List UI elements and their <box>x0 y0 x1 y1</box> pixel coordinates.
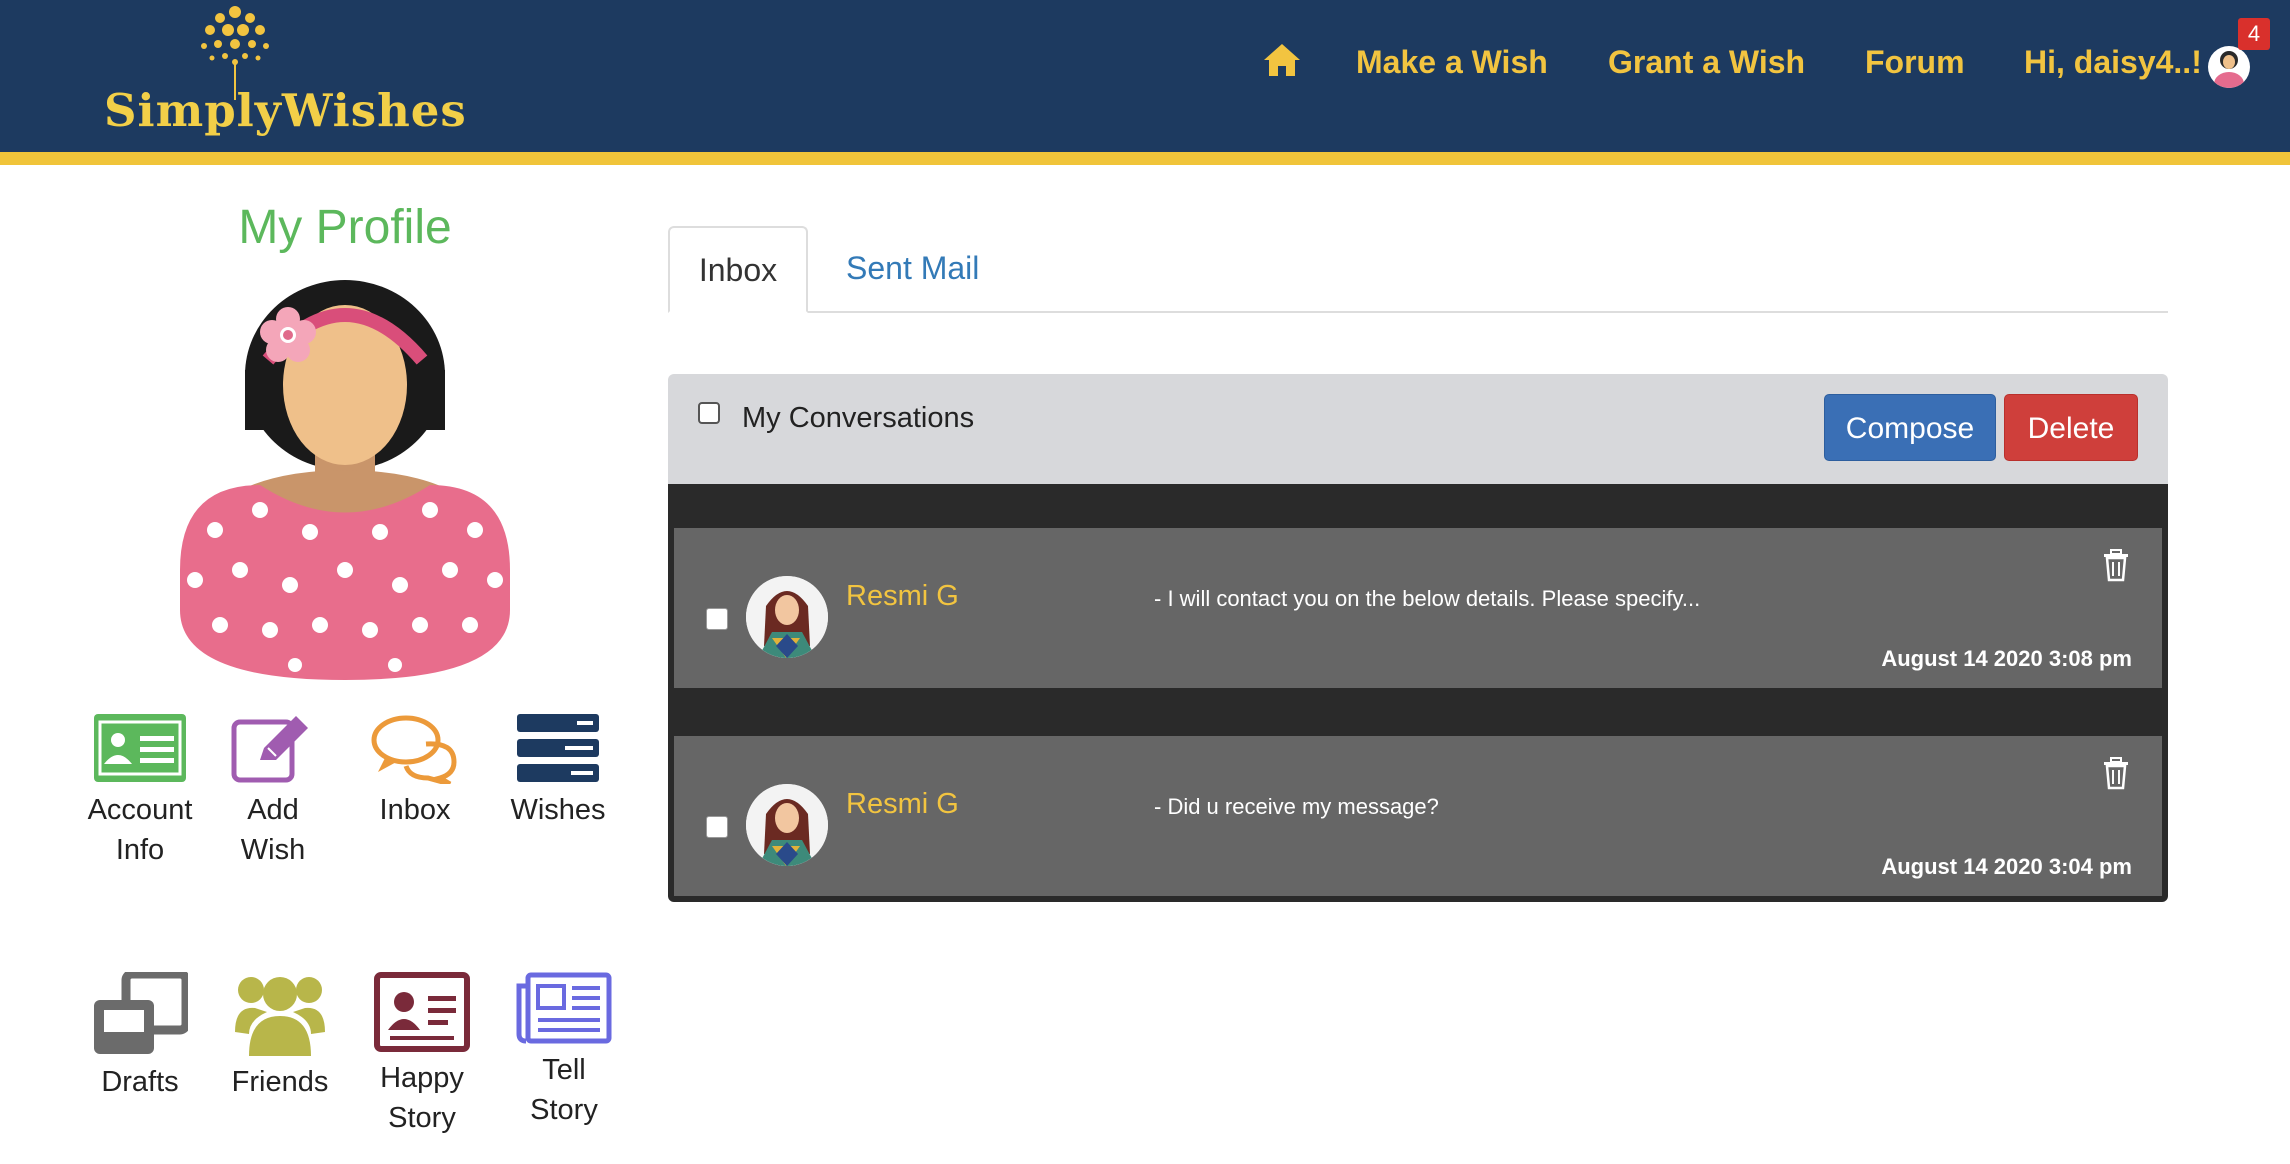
tile-label-account-info: Account Info <box>87 794 193 866</box>
nav-make-a-wish[interactable]: Make a Wish <box>1356 40 1548 84</box>
profile-avatar-image <box>180 280 510 680</box>
nav-user-greeting[interactable]: Hi, daisy4..! <box>2024 40 2202 84</box>
tile-wishes[interactable]: Wishes <box>493 712 623 830</box>
edit-icon <box>231 716 308 783</box>
notification-badge[interactable]: 4 <box>2238 18 2270 50</box>
trash-icon[interactable] <box>2100 756 2132 790</box>
sender-avatar-icon <box>746 784 828 866</box>
user-avatar[interactable] <box>2208 46 2250 88</box>
newspaper-icon <box>516 972 612 1044</box>
id-card-icon <box>94 714 186 782</box>
clone-icon <box>94 972 188 1054</box>
conversations-title: My Conversations <box>742 402 975 434</box>
delete-button[interactable]: Delete <box>2004 394 2138 461</box>
tile-label-wishes: Wishes <box>510 794 606 826</box>
tile-tell-story[interactable]: Tell Story <box>499 972 629 1130</box>
tile-label-happy-story: Happy Story <box>380 1062 464 1134</box>
navbar-accent-stripe <box>0 152 2290 165</box>
tab-inbox[interactable]: Inbox <box>668 226 808 313</box>
trash-icon[interactable] <box>2100 548 2132 582</box>
conversation-row[interactable]: Resmi G - I will contact you on the belo… <box>674 528 2162 688</box>
sender-avatar-icon <box>746 576 828 658</box>
sender-avatar <box>746 784 828 866</box>
nav-forum[interactable]: Forum <box>1865 40 1965 84</box>
chat-bubbles-icon <box>371 715 457 784</box>
tile-inbox[interactable]: Inbox <box>350 712 480 830</box>
avatar-icon <box>2214 51 2244 88</box>
sender-avatar <box>746 576 828 658</box>
tab-sent-mail[interactable]: Sent Mail <box>820 226 1005 313</box>
tile-happy-story[interactable]: Happy Story <box>357 972 487 1138</box>
site-logo[interactable]: SimplyWishes <box>100 0 466 150</box>
logo-text: SimplyWishes <box>104 84 467 137</box>
list-icon <box>517 714 599 782</box>
tile-label-friends: Friends <box>231 1066 329 1098</box>
row-checkbox[interactable] <box>706 608 728 630</box>
tile-friends[interactable]: Friends <box>215 972 345 1102</box>
sender-name[interactable]: Resmi G <box>846 580 959 613</box>
profile-title: My Profile <box>238 201 452 254</box>
message-date: August 14 2020 3:04 pm <box>1881 854 2132 879</box>
nav-grant-a-wish[interactable]: Grant a Wish <box>1608 40 1805 84</box>
select-all-checkbox[interactable] <box>698 402 720 424</box>
message-preview[interactable]: - I will contact you on the below detail… <box>1154 586 1700 612</box>
tile-label-inbox: Inbox <box>379 794 451 826</box>
tile-account-info[interactable]: Account Info <box>75 712 205 870</box>
tile-add-wish[interactable]: Add Wish <box>208 712 338 870</box>
tile-drafts[interactable]: Drafts <box>75 972 205 1102</box>
tile-label-drafts: Drafts <box>101 1066 179 1098</box>
tile-label-tell-story: Tell Story <box>530 1054 598 1126</box>
users-icon <box>235 977 325 1056</box>
sender-name[interactable]: Resmi G <box>846 788 959 821</box>
conversation-row[interactable]: Resmi G - Did u receive my message? Augu… <box>674 736 2162 896</box>
home-icon[interactable] <box>1262 40 1302 80</box>
tile-label-add-wish: Add Wish <box>240 794 306 866</box>
compose-button[interactable]: Compose <box>1824 394 1996 461</box>
contact-card-icon <box>374 972 470 1052</box>
message-date: August 14 2020 3:08 pm <box>1881 646 2132 671</box>
row-checkbox[interactable] <box>706 816 728 838</box>
message-preview[interactable]: - Did u receive my message? <box>1154 794 1439 820</box>
